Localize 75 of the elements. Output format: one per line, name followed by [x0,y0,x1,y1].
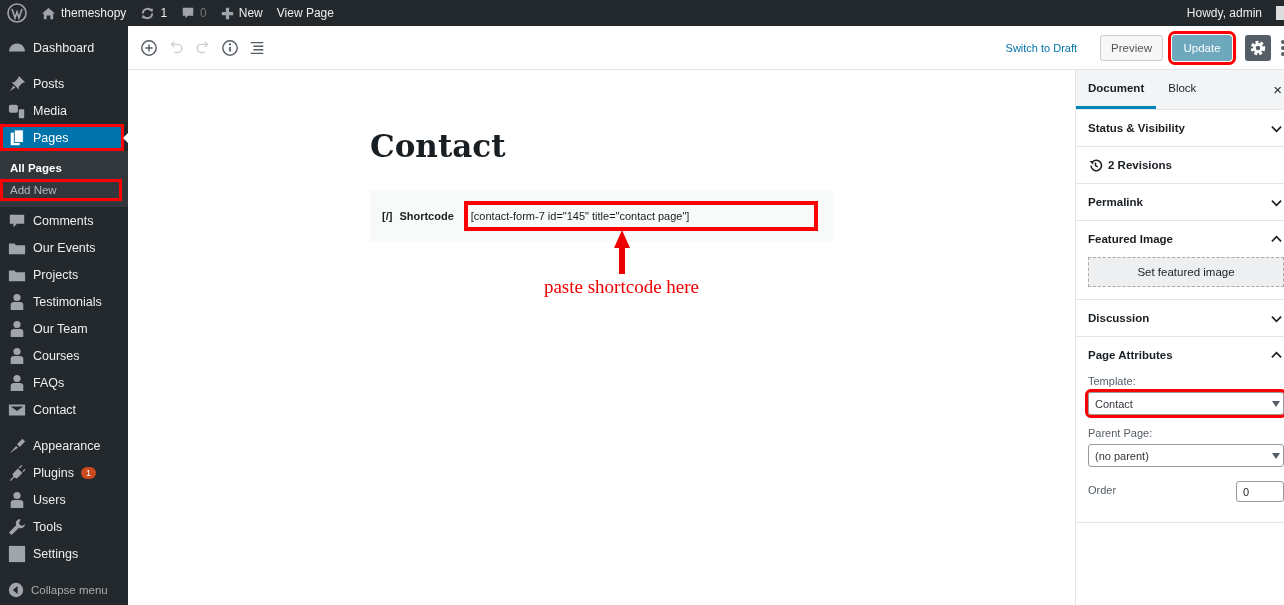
pages-icon [8,128,26,147]
person-icon [8,319,26,338]
field-label: Order [1088,484,1117,496]
dropdown-arrow-icon [1272,399,1280,408]
block-label: Shortcode [399,210,454,222]
site-link[interactable]: themeshopy [41,5,127,21]
dropdown-arrow-icon [1272,451,1280,460]
revisions-link[interactable]: 2 Revisions [1076,147,1284,183]
arrow-icon [611,228,632,276]
field-label: Parent Page: [1088,427,1154,439]
panel-header[interactable]: Featured Image [1076,221,1284,257]
menu-item[interactable]: Our Team [0,315,128,342]
submenu-item[interactable]: Add New [0,179,122,201]
field-label: Template: [1088,375,1137,387]
more-options-icon[interactable] [1280,37,1284,58]
menu-item[interactable]: Courses [0,342,128,369]
pin-icon [8,74,26,93]
menu-item[interactable]: Settings [0,540,128,567]
dropdown[interactable]: (no parent) [1088,444,1284,467]
collapse-icon [8,581,24,598]
shortcode-icon: [/] [382,210,393,222]
page-title[interactable]: Contact [370,128,833,164]
chevron-up-icon [1271,233,1282,245]
panel-header[interactable]: Discussion [1076,300,1284,336]
annotation-text: paste shortcode here [543,276,700,298]
menu-item[interactable]: Our Events [0,234,128,261]
view-page-link[interactable]: View Page [276,6,334,20]
menu-item[interactable]: Plugins 1 [0,459,128,486]
menu-item[interactable]: Tools [0,513,128,540]
settings-button[interactable] [1245,34,1271,61]
panel-header[interactable]: Permalink [1076,184,1284,220]
person-icon [8,346,26,365]
preview-button[interactable]: Preview [1100,34,1163,61]
set-featured-image-button[interactable]: Set featured image [1088,257,1284,287]
menu-item[interactable]: Projects [0,261,128,288]
shortcode-field[interactable]: [contact-form-7 id="145" title="contact page"] [464,202,817,230]
collapse-menu-button[interactable]: Collapse menu [0,576,128,603]
home-icon [41,5,56,21]
chevron-up-icon [1271,349,1282,361]
menu-item[interactable]: Testimonials [0,288,128,315]
updates-link[interactable]: 1 [140,5,168,21]
menu-item[interactable]: Contact [0,396,128,423]
menu-item[interactable]: Comments [0,207,128,234]
menu-item[interactable]: Appearance [0,432,128,459]
close-button[interactable]: × [1273,70,1284,109]
panel-tab[interactable]: Block [1156,70,1209,109]
submenu-item[interactable]: All Pages [0,157,128,179]
menu-item[interactable]: Posts [0,70,128,97]
plug-icon [8,463,26,482]
refresh-icon [140,5,156,21]
person-icon [8,490,26,509]
panel-header[interactable]: Page Attributes [1076,337,1284,373]
wrench-icon [8,517,26,536]
add-block-icon[interactable] [140,38,158,57]
menu-item[interactable]: Media [0,97,128,124]
menu-item[interactable]: FAQs [0,369,128,396]
info-icon[interactable] [221,38,239,57]
order-field[interactable]: 0 [1236,481,1284,502]
panel-header[interactable]: Status & Visibility [1076,110,1284,146]
menu-item[interactable]: Dashboard [0,34,128,61]
wordpress-logo-icon[interactable] [7,3,27,23]
greeting-link[interactable]: Howdy, admin [1186,6,1262,20]
new-link[interactable]: New [220,6,263,20]
person-icon [8,373,26,392]
panel-tab[interactable]: Document [1076,70,1157,109]
menu-item[interactable]: Users [0,486,128,513]
history-icon [1088,157,1103,173]
update-count: 1 [81,466,96,479]
switch-to-draft-link[interactable]: Switch to Draft [1005,41,1078,54]
person-icon [8,292,26,311]
shortcode-block[interactable]: [/] Shortcode [contact-form-7 id="145" title="contact page"] [370,190,833,242]
brush-icon [8,436,26,455]
plus-icon [220,6,234,20]
dropdown[interactable]: Contact [1088,392,1284,415]
comment-icon [181,6,196,20]
